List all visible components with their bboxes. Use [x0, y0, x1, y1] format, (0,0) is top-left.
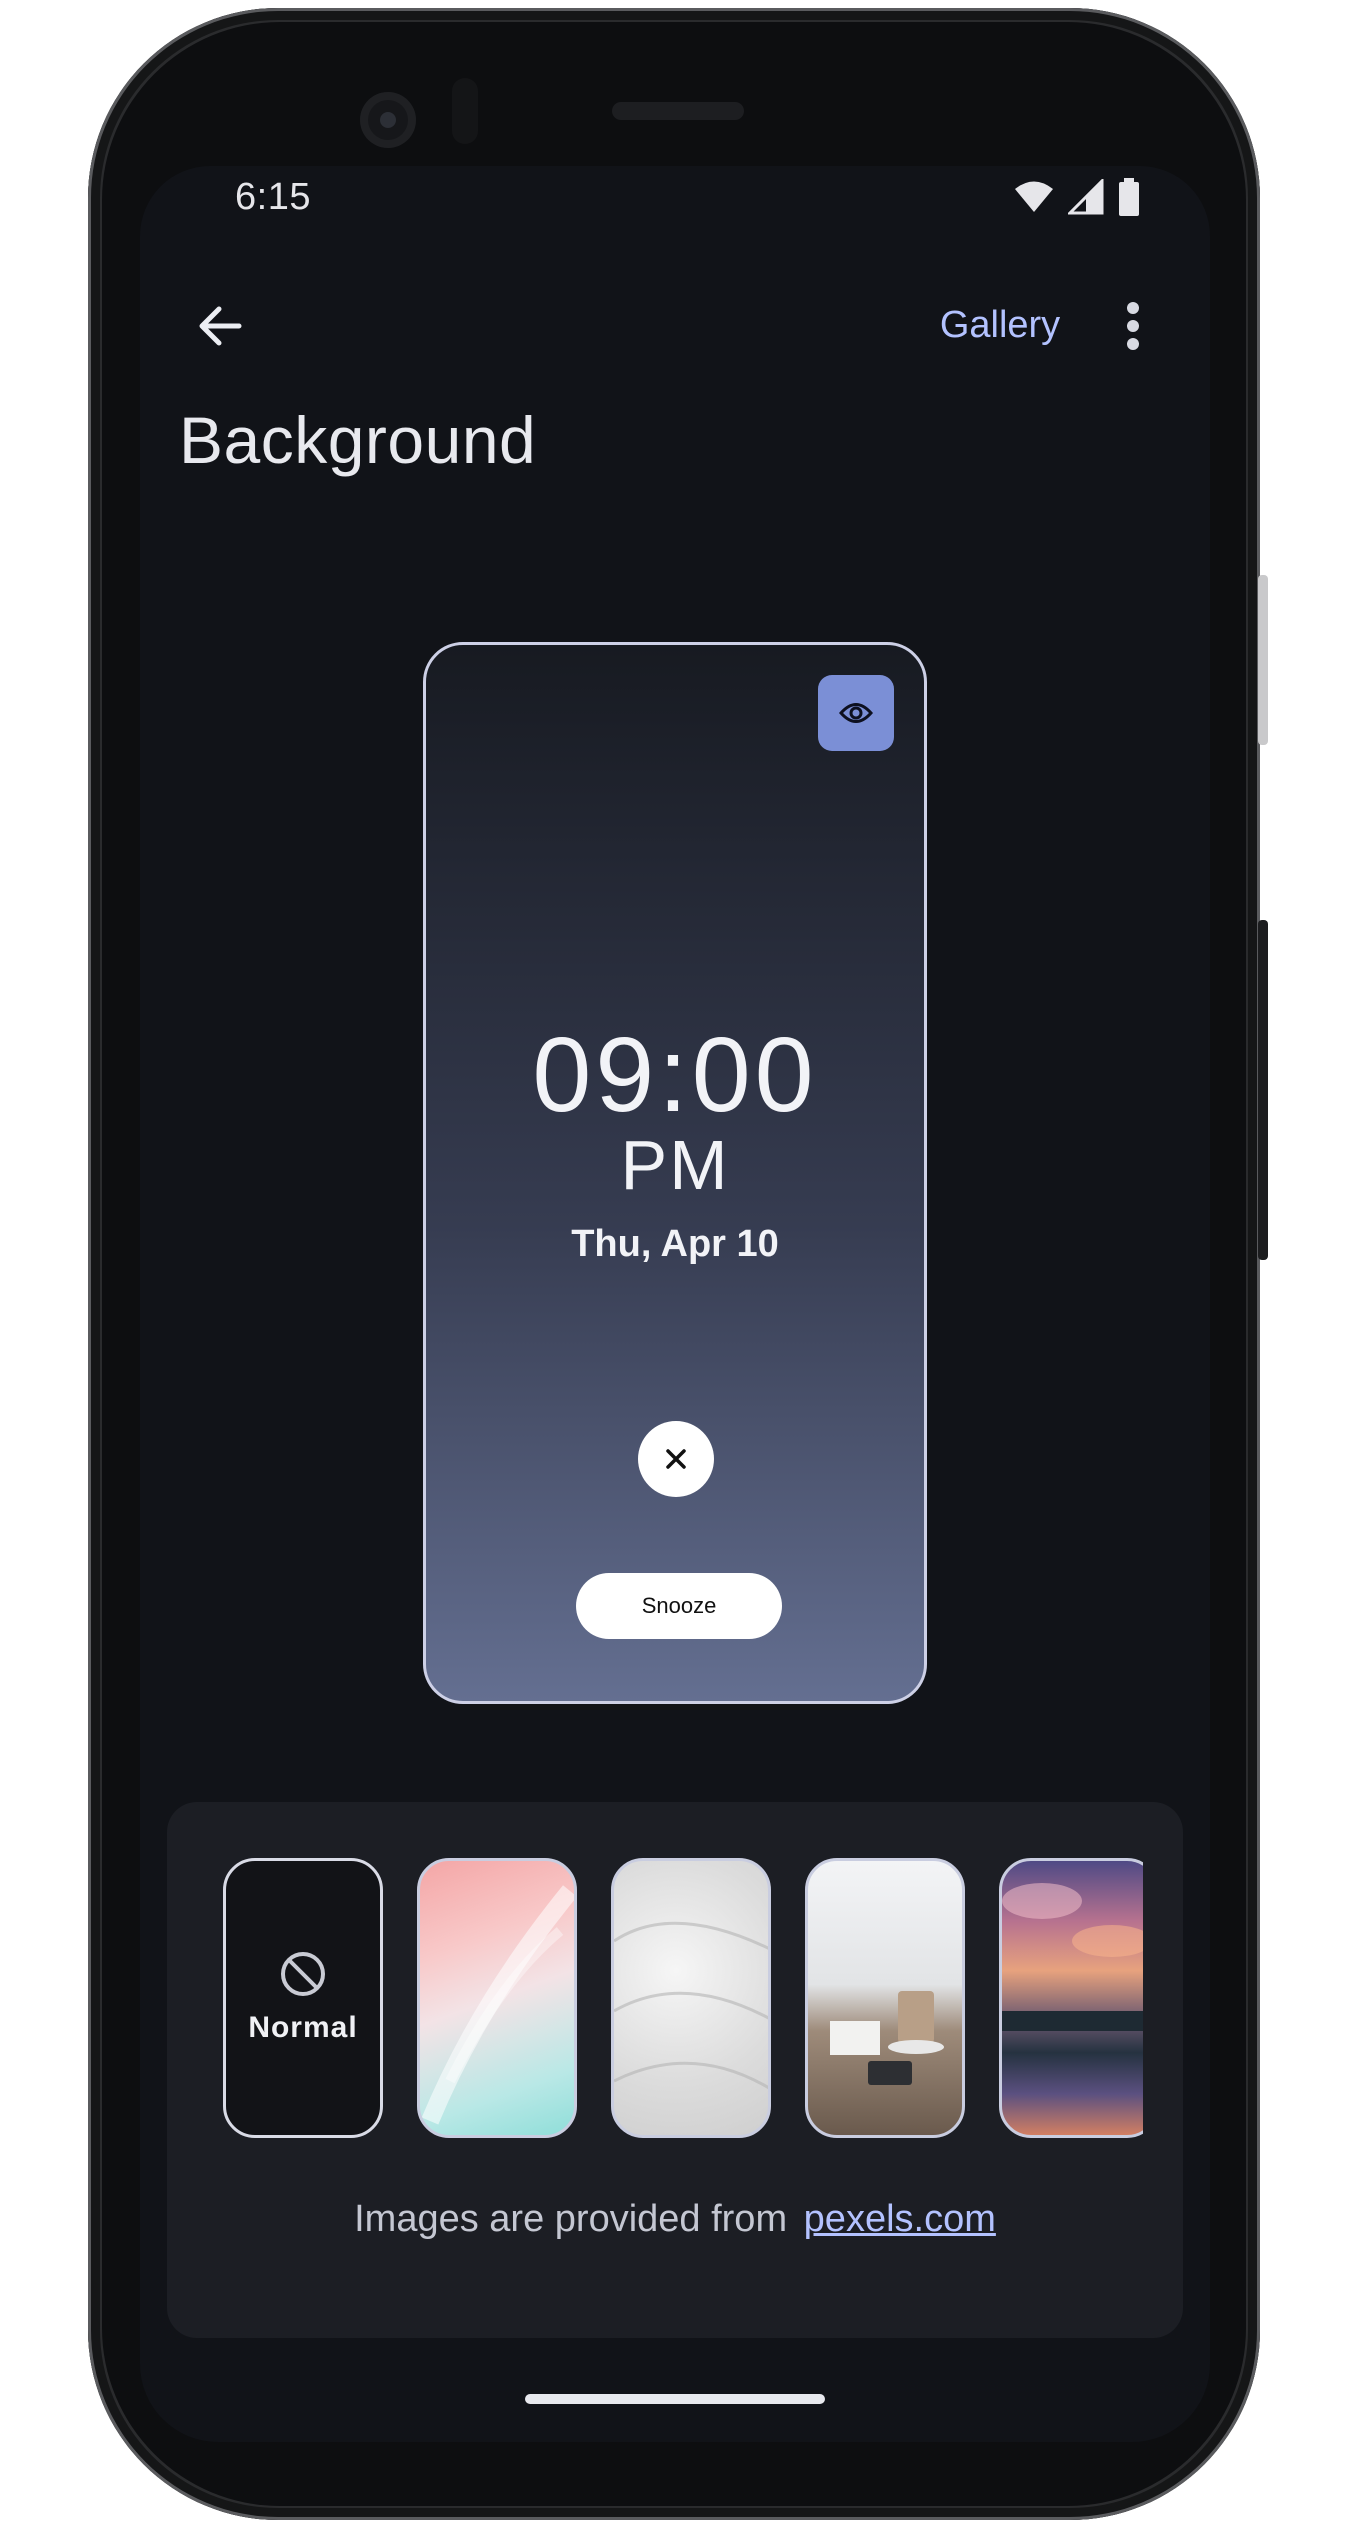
background-option-desk[interactable] [805, 1858, 965, 2138]
preview-toggle-button[interactable] [818, 675, 894, 751]
power-button [1258, 575, 1268, 745]
alarm-ampm: PM [620, 1126, 730, 1204]
signal-icon [1068, 179, 1104, 215]
screen: 6:15 Gallery Background 09:00 PM Thu, Ap… [140, 166, 1210, 2442]
background-thumbnails: Normal [223, 1858, 1143, 2140]
home-indicator[interactable] [525, 2394, 825, 2404]
eye-icon [839, 703, 873, 723]
more-options-button[interactable] [1100, 288, 1166, 364]
normal-label: Normal [248, 2011, 358, 2044]
background-option-pastel[interactable] [417, 1858, 577, 2138]
block-icon [281, 1952, 325, 1996]
page-title: Background [179, 403, 537, 477]
background-option-normal[interactable]: Normal [223, 1858, 383, 2138]
alarm-time: 09:00 [532, 1016, 818, 1134]
more-vert-icon [1127, 302, 1139, 350]
battery-icon [1119, 178, 1139, 216]
credit-text: Images are provided from [354, 2198, 788, 2240]
pastel-texture-image [421, 1885, 574, 2125]
front-camera [360, 92, 416, 148]
status-time: 6:15 [235, 176, 311, 218]
proximity-sensor [452, 78, 478, 144]
dismiss-button[interactable] [638, 1421, 714, 1497]
pexels-link[interactable]: pexels.com [804, 2198, 996, 2240]
paper-texture-image [614, 1921, 768, 2090]
status-icons [1014, 178, 1140, 216]
desk-photo-image [830, 1991, 944, 2085]
image-credit: Images are provided from pexels.com [167, 2198, 1183, 2241]
back-button[interactable] [180, 286, 260, 366]
alarm-date: Thu, Apr 10 [571, 1223, 779, 1265]
app-bar: Gallery [140, 266, 1210, 376]
close-icon [666, 1449, 686, 1469]
background-picker-panel: Normal Images are provided from pexels.c… [167, 1802, 1183, 2338]
alarm-preview: 09:00 PM Thu, Apr 10 Snooze [423, 642, 927, 1704]
background-option-paper[interactable] [611, 1858, 771, 2138]
snooze-button[interactable]: Snooze [576, 1573, 782, 1639]
gallery-button[interactable]: Gallery [910, 290, 1090, 360]
wifi-icon [1015, 181, 1053, 212]
background-option-sunset[interactable] [999, 1858, 1143, 2138]
sunset-photo-image [1002, 1883, 1143, 2031]
arrow-back-icon [199, 306, 242, 346]
volume-button [1258, 920, 1268, 1260]
earpiece-speaker [612, 102, 744, 120]
status-bar: 6:15 [140, 166, 1210, 236]
